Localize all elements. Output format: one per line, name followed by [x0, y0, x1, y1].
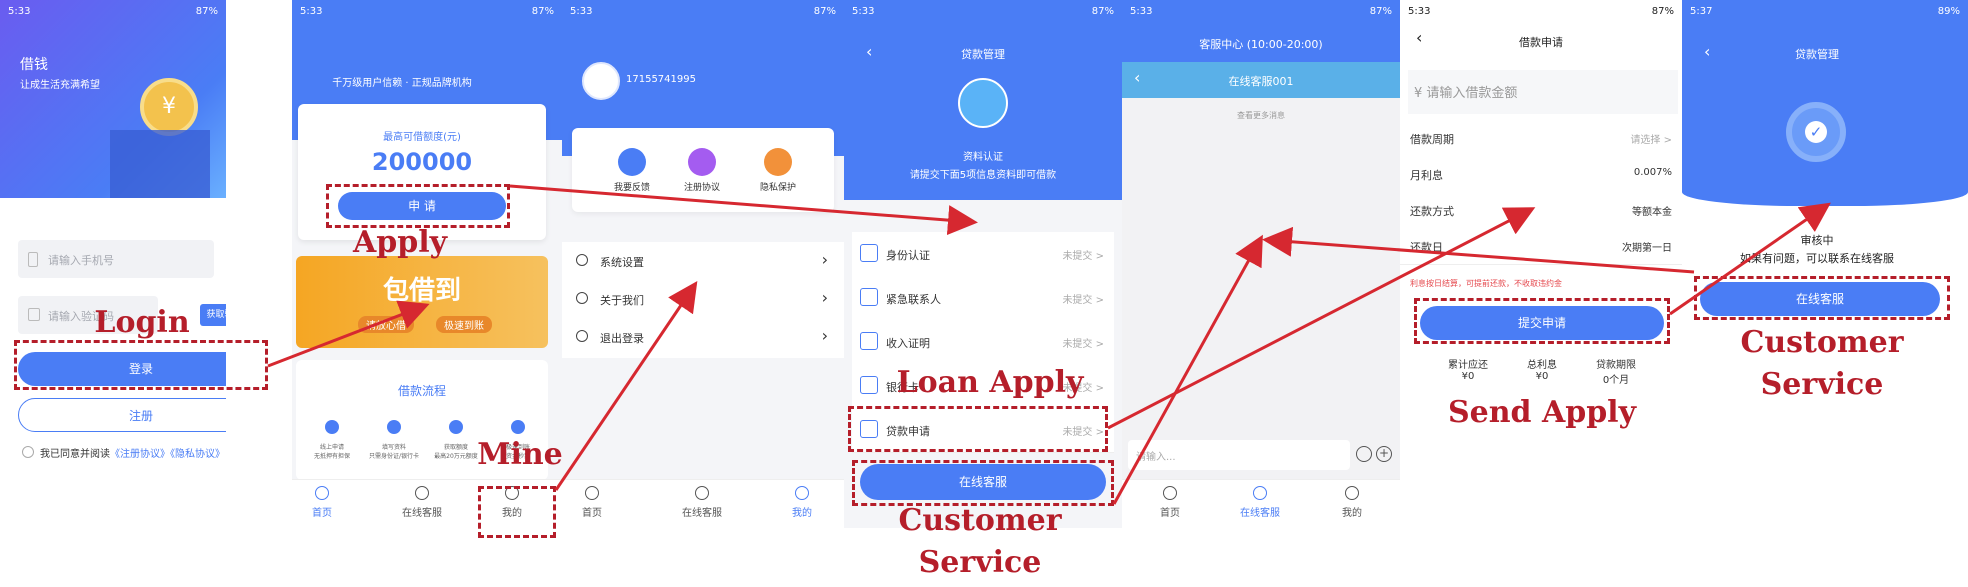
label-service-2: Service — [1760, 367, 1884, 402]
arrow-send-to-review — [1669, 202, 1831, 316]
label-customer-2: Customer — [1740, 325, 1904, 360]
label-loan-apply: Loan Apply — [896, 365, 1084, 400]
arrow-apply-to-loan — [509, 184, 978, 236]
label-mine: Mine — [477, 437, 563, 472]
label-customer-1: Customer — [898, 503, 1062, 538]
flow-arrows — [267, 184, 1831, 505]
label-apply: Apply — [352, 225, 448, 260]
label-send-apply: Send Apply — [1447, 395, 1637, 430]
arrow-login-to-home — [267, 300, 430, 368]
arrow-review-service-to-chat — [1262, 226, 1695, 274]
label-service-1: Service — [918, 545, 1042, 580]
arrow-service-to-chat — [1112, 234, 1263, 505]
label-login: Login — [94, 305, 190, 340]
